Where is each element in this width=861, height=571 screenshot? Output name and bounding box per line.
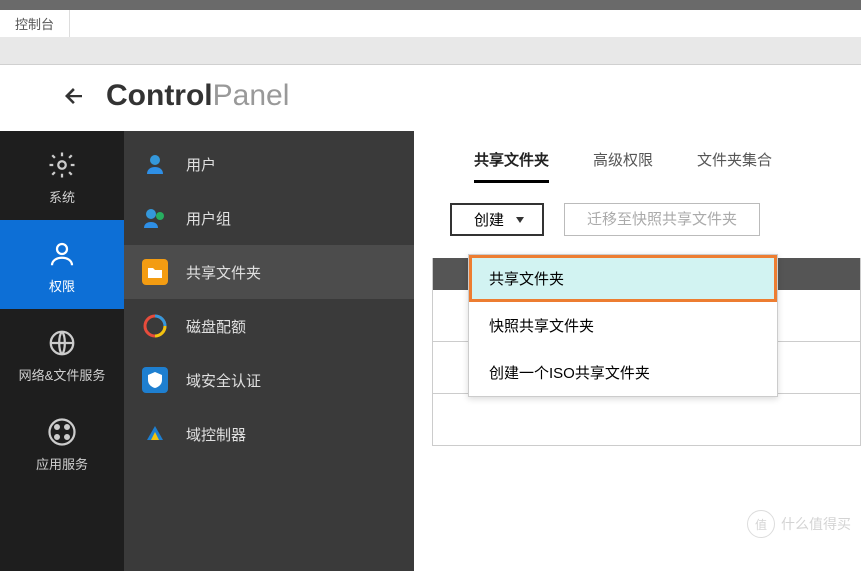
person-icon (0, 234, 124, 274)
sidebar-secondary: 用户 用户组 共享文件夹 磁盘配额 域安全认证 (124, 131, 414, 571)
sidebar-item-sharedfolder[interactable]: 共享文件夹 (124, 245, 414, 299)
content-area: 共享文件夹 高级权限 文件夹集合 创建 迁移至快照共享文件夹 共享文件夹 快照共… (414, 131, 861, 571)
toolbar: 创建 迁移至快照共享文件夹 (414, 183, 861, 246)
sidebar-item-usergroup[interactable]: 用户组 (124, 191, 414, 245)
quota-icon (142, 313, 168, 339)
title-bold: Control (106, 79, 213, 112)
sidebar-item-quota[interactable]: 磁盘配额 (124, 299, 414, 353)
domain-icon (142, 421, 168, 447)
watermark-text: 什么值得买 (781, 514, 851, 534)
grid-icon (0, 412, 124, 452)
sidebar-secondary-label: 共享文件夹 (186, 262, 261, 283)
tabs: 共享文件夹 高级权限 文件夹集合 (414, 131, 861, 183)
title-thin: Panel (213, 79, 290, 112)
gray-strip (0, 37, 861, 65)
window-topbar (0, 0, 861, 10)
watermark-badge: 值 (747, 510, 775, 538)
dropdown-option-iso[interactable]: 创建一个ISO共享文件夹 (469, 349, 777, 396)
sidebar-item-network[interactable]: 网络&文件服务 (0, 309, 124, 398)
user-icon (142, 151, 168, 177)
back-arrow-icon[interactable] (62, 84, 86, 108)
sidebar-item-system[interactable]: 系统 (0, 131, 124, 220)
page-title: ControlPanel (106, 79, 289, 113)
sidebar-primary: 系统 权限 网络&文件服务 应用服务 (0, 131, 124, 571)
create-button[interactable]: 创建 (450, 203, 544, 236)
users-icon (142, 205, 168, 231)
sidebar-item-domainsecurity[interactable]: 域安全认证 (124, 353, 414, 407)
migrate-button[interactable]: 迁移至快照共享文件夹 (564, 203, 760, 236)
sidebar-secondary-label: 磁盘配额 (186, 316, 246, 337)
sidebar-secondary-label: 域安全认证 (186, 370, 261, 391)
sidebar-secondary-label: 用户组 (186, 208, 231, 229)
chevron-down-icon (516, 217, 524, 223)
tab-sharedfolder[interactable]: 共享文件夹 (474, 149, 549, 183)
dropdown-option-snapshot[interactable]: 快照共享文件夹 (469, 302, 777, 349)
globe-icon (0, 323, 124, 363)
watermark: 值 什么值得买 (747, 510, 851, 538)
sidebar-label: 系统 (0, 187, 124, 206)
sidebar-item-domaincontroller[interactable]: 域控制器 (124, 407, 414, 461)
sidebar-item-apps[interactable]: 应用服务 (0, 398, 124, 487)
header: ControlPanel (0, 65, 861, 131)
sidebar-label: 权限 (0, 276, 124, 295)
sidebar-item-permissions[interactable]: 权限 (0, 220, 124, 309)
dropdown-option-shared[interactable]: 共享文件夹 (469, 255, 777, 302)
create-dropdown: 共享文件夹 快照共享文件夹 创建一个ISO共享文件夹 (468, 254, 778, 397)
sidebar-label: 网络&文件服务 (0, 365, 124, 384)
tab-folderset[interactable]: 文件夹集合 (697, 149, 772, 183)
sidebar-label: 应用服务 (0, 454, 124, 473)
sidebar-item-user[interactable]: 用户 (124, 137, 414, 191)
create-button-label: 创建 (474, 209, 504, 230)
shield-icon (142, 367, 168, 393)
table: 共享文件夹 快照共享文件夹 创建一个ISO共享文件夹 (432, 258, 861, 446)
console-label: 控制台 (0, 10, 70, 37)
gear-icon (0, 145, 124, 185)
tab-advanced[interactable]: 高级权限 (593, 149, 653, 183)
table-row (432, 394, 861, 446)
folder-icon (142, 259, 168, 285)
sidebar-secondary-label: 用户 (186, 154, 216, 175)
console-label-bar: 控制台 (0, 10, 861, 37)
sidebar-secondary-label: 域控制器 (186, 424, 246, 445)
